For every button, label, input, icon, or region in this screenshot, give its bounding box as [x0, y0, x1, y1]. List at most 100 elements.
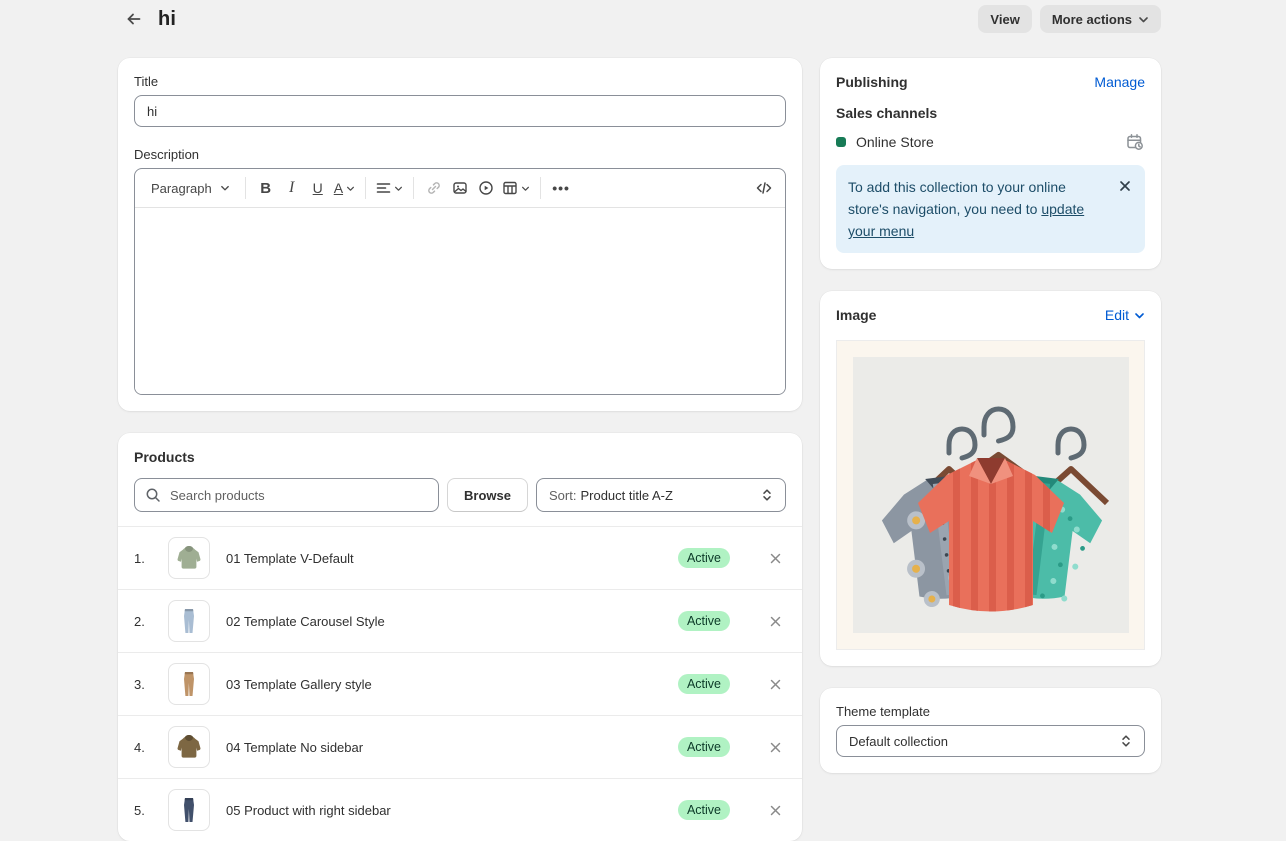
topbar-actions: View More actions	[978, 5, 1161, 33]
remove-product-button[interactable]	[764, 610, 786, 632]
back-button[interactable]	[120, 5, 148, 33]
search-products-input[interactable]	[168, 487, 428, 504]
status-badge: Active	[678, 611, 730, 631]
close-icon	[769, 804, 782, 817]
theme-template-label: Theme template	[836, 704, 1145, 719]
close-icon	[769, 552, 782, 565]
insert-table-dropdown[interactable]	[499, 174, 533, 202]
status-badge: Active	[678, 800, 730, 820]
search-icon	[145, 487, 161, 503]
insert-image-button[interactable]	[447, 174, 473, 202]
search-products-box	[134, 478, 439, 512]
details-card: Title Description Paragraph B I U	[118, 58, 802, 411]
code-view-button[interactable]	[751, 174, 777, 202]
manage-link[interactable]: Manage	[1094, 74, 1145, 90]
publishing-heading: Publishing	[836, 74, 908, 90]
product-thumbnail-pants	[168, 663, 210, 705]
banner-message: To add this collection to your online st…	[848, 179, 1066, 217]
product-row[interactable]: 3. 03 Template Gallery style Active	[118, 652, 802, 715]
page-title: hi	[158, 8, 176, 31]
more-actions-button[interactable]: More actions	[1040, 5, 1161, 33]
channel-active-dot	[836, 137, 846, 147]
description-label: Description	[134, 147, 786, 162]
italic-button[interactable]: I	[279, 174, 305, 202]
table-icon	[502, 180, 518, 196]
theme-template-card: Theme template Default collection	[820, 688, 1161, 773]
bold-button[interactable]: B	[253, 174, 279, 202]
remove-product-button[interactable]	[764, 673, 786, 695]
top-bar: hi View More actions	[0, 0, 1286, 38]
insert-link-button[interactable]	[421, 174, 447, 202]
chevron-down-icon	[1134, 310, 1145, 321]
sort-select[interactable]: Sort: Product title A-Z	[536, 478, 786, 512]
toolbar-divider	[245, 177, 246, 199]
description-content-area[interactable]	[135, 208, 785, 394]
paragraph-style-label: Paragraph	[151, 181, 212, 196]
close-icon	[1118, 179, 1132, 193]
product-row[interactable]: 5. 05 Product with right sidebar Active	[118, 778, 802, 841]
info-banner: To add this collection to your online st…	[836, 165, 1145, 253]
theme-template-select[interactable]: Default collection	[836, 725, 1145, 757]
publishing-card: Publishing Manage Sales channels Online …	[820, 58, 1161, 269]
remove-product-button[interactable]	[764, 547, 786, 569]
product-list: 1. 01 Template V-Default Active 2. 0	[118, 526, 802, 841]
banner-text: To add this collection to your online st…	[848, 176, 1133, 242]
row-index: 5.	[134, 803, 156, 818]
product-name: 05 Product with right sidebar	[226, 803, 391, 818]
dismiss-banner-button[interactable]	[1115, 176, 1135, 196]
products-heading: Products	[134, 449, 786, 465]
products-card: Products Browse Sort: Product title A-Z …	[118, 433, 802, 841]
image-heading: Image	[836, 307, 876, 323]
arrow-left-icon	[125, 10, 143, 28]
toolbar-divider	[365, 177, 366, 199]
product-thumbnail-pants	[168, 600, 210, 642]
more-formatting-button[interactable]: •••	[548, 174, 574, 202]
description-editor: Paragraph B I U A	[134, 168, 786, 395]
remove-product-button[interactable]	[764, 736, 786, 758]
chevron-down-icon	[394, 184, 403, 193]
status-badge: Active	[678, 737, 730, 757]
view-button[interactable]: View	[978, 5, 1031, 33]
toolbar-divider	[413, 177, 414, 199]
sort-value-label: Product title A-Z	[580, 488, 672, 503]
text-color-button[interactable]: A	[331, 174, 358, 202]
select-caret-icon	[761, 488, 773, 502]
row-index: 3.	[134, 677, 156, 692]
more-actions-label: More actions	[1052, 12, 1132, 27]
title-input[interactable]	[134, 95, 786, 127]
channel-row: Online Store	[836, 132, 1145, 152]
text-color-label: A	[334, 180, 343, 196]
product-name: 02 Template Carousel Style	[226, 614, 385, 629]
align-text-icon	[376, 181, 391, 195]
underline-button[interactable]: U	[305, 174, 331, 202]
sales-channels-heading: Sales channels	[836, 105, 1145, 121]
view-button-label: View	[990, 12, 1019, 27]
paragraph-style-dropdown[interactable]: Paragraph	[143, 174, 238, 202]
product-row[interactable]: 1. 01 Template V-Default Active	[118, 526, 802, 589]
product-name: 04 Template No sidebar	[226, 740, 363, 755]
browse-button[interactable]: Browse	[447, 478, 528, 512]
link-icon	[426, 180, 442, 196]
alignment-dropdown[interactable]	[373, 174, 406, 202]
chevron-down-icon	[1138, 14, 1149, 25]
image-card: Image Edit	[820, 291, 1161, 666]
edit-image-dropdown[interactable]: Edit	[1105, 307, 1145, 323]
edit-label: Edit	[1105, 307, 1129, 323]
editor-toolbar: Paragraph B I U A	[135, 169, 785, 208]
close-icon	[769, 678, 782, 691]
row-index: 2.	[134, 614, 156, 629]
product-row[interactable]: 4. 04 Template No sidebar Active	[118, 715, 802, 778]
product-name: 03 Template Gallery style	[226, 677, 372, 692]
close-icon	[769, 615, 782, 628]
code-icon	[756, 181, 772, 195]
toolbar-divider	[540, 177, 541, 199]
status-badge: Active	[678, 674, 730, 694]
product-thumbnail-pants	[168, 789, 210, 831]
insert-video-button[interactable]	[473, 174, 499, 202]
product-thumbnail-hoodie	[168, 537, 210, 579]
chevron-down-icon	[220, 183, 230, 193]
schedule-calendar-icon[interactable]	[1125, 132, 1145, 152]
status-badge: Active	[678, 548, 730, 568]
product-row[interactable]: 2. 02 Template Carousel Style Active	[118, 589, 802, 652]
remove-product-button[interactable]	[764, 799, 786, 821]
